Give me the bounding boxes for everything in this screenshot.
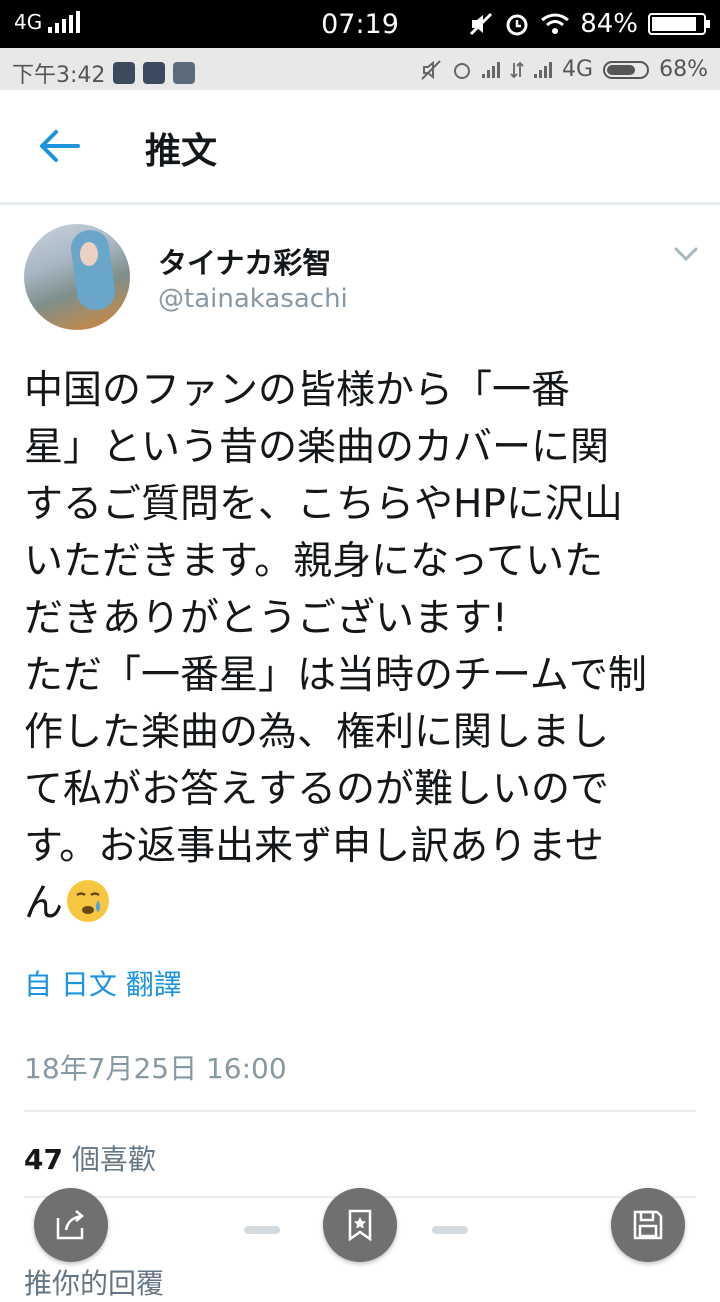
- user-handle[interactable]: @tainakasachi: [158, 284, 348, 314]
- likes-number: 47: [24, 1143, 63, 1176]
- inner-time: 下午3:42: [12, 63, 106, 88]
- chevron-down-icon[interactable]: [672, 244, 700, 264]
- alarm-icon: [506, 14, 528, 36]
- avatar[interactable]: [24, 224, 130, 330]
- share-button[interactable]: [34, 1188, 108, 1262]
- wifi-icon: [541, 13, 570, 34]
- signal-icon: [482, 61, 501, 78]
- mute-icon: [470, 12, 493, 36]
- action-placeholder: [432, 1226, 468, 1234]
- battery-icon: [603, 60, 650, 79]
- inner-status-bar: 下午3:42 4G 68%: [0, 48, 720, 90]
- battery-icon: [648, 13, 710, 35]
- save-icon: [633, 1210, 663, 1240]
- arrow-left-icon[interactable]: [38, 128, 82, 164]
- star-bookmark-icon: [348, 1209, 372, 1242]
- silent-icon: [421, 59, 441, 80]
- app-notification-icon: [113, 62, 136, 84]
- system-status-bar: 4G 07:19 84%: [0, 0, 720, 48]
- crying-face-icon: [67, 880, 110, 922]
- app-header: 推文: [0, 90, 720, 205]
- share-icon: [56, 1210, 84, 1240]
- data-transfer-icon: [510, 61, 524, 78]
- signal-icon: [534, 61, 553, 78]
- tweet-text-content: 中国のファンの皆様から「一番 星」という昔の楽曲のカバーに関 するご質問を、こち…: [24, 368, 647, 926]
- app-notification-icon: [173, 62, 196, 84]
- tweet-timestamp: 18年7月25日 16:00: [24, 1052, 287, 1085]
- tweet-text: 中国のファンの皆様から「一番 星」という昔の楽曲のカバーに関 するご質問を、こち…: [24, 362, 704, 932]
- bookmark-button[interactable]: [323, 1188, 397, 1262]
- save-button[interactable]: [611, 1188, 685, 1262]
- replies-header: 推你的回覆: [24, 1267, 165, 1300]
- inner-battery-percent: 68%: [659, 57, 708, 82]
- alarm-icon: [454, 62, 471, 79]
- action-placeholder: [244, 1226, 280, 1234]
- divider: [24, 1110, 696, 1112]
- translate-link[interactable]: 自 日文 翻譯: [24, 963, 182, 1003]
- battery-percent: 84%: [580, 9, 638, 39]
- likes-label: 個喜歡: [71, 1143, 156, 1176]
- page-title: 推文: [145, 131, 218, 172]
- inner-network-type: 4G: [562, 57, 594, 82]
- display-name[interactable]: タイナカ彩智: [158, 240, 331, 282]
- app-notification-icon: [143, 62, 166, 84]
- likes-count[interactable]: 47 個喜歡: [24, 1138, 156, 1178]
